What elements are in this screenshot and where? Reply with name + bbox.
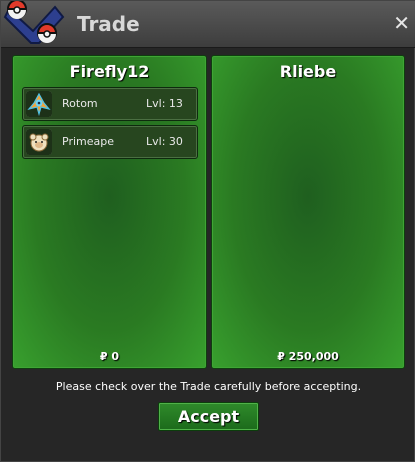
window-title: Trade [77, 12, 140, 36]
title-bar[interactable]: Trade ✕ [1, 1, 415, 48]
primeape-icon [26, 129, 52, 155]
accept-button[interactable]: Accept [158, 402, 259, 431]
trade-panel-left: Firefly12 Rotom Lvl: 13 Primeape Lvl: 30… [12, 55, 207, 369]
pokemon-level: Lvl: 30 [146, 135, 183, 148]
pokemon-level: Lvl: 13 [146, 97, 183, 110]
close-icon[interactable]: ✕ [393, 13, 410, 33]
pokeball-logo-icon [3, 1, 65, 44]
pokemon-slot[interactable]: Primeape Lvl: 30 [22, 125, 198, 159]
pokemon-name: Rotom [62, 97, 98, 110]
pokemon-slot[interactable]: Rotom Lvl: 13 [22, 87, 198, 121]
pokemon-name: Primeape [62, 135, 114, 148]
trade-notice: Please check over the Trade carefully be… [55, 380, 362, 393]
rotom-icon [26, 91, 52, 117]
trainer-name-right: Rliebe [279, 62, 337, 81]
money-offer-left: ₽ 0 [99, 350, 120, 363]
trade-window: Trade ✕ Firefly12 Rotom Lvl: 13 Primeape… [0, 0, 415, 462]
trainer-name-left: Firefly12 [69, 62, 150, 81]
trade-panel-right: Rliebe ₽ 250,000 [211, 55, 405, 369]
money-offer-right: ₽ 250,000 [277, 350, 339, 363]
